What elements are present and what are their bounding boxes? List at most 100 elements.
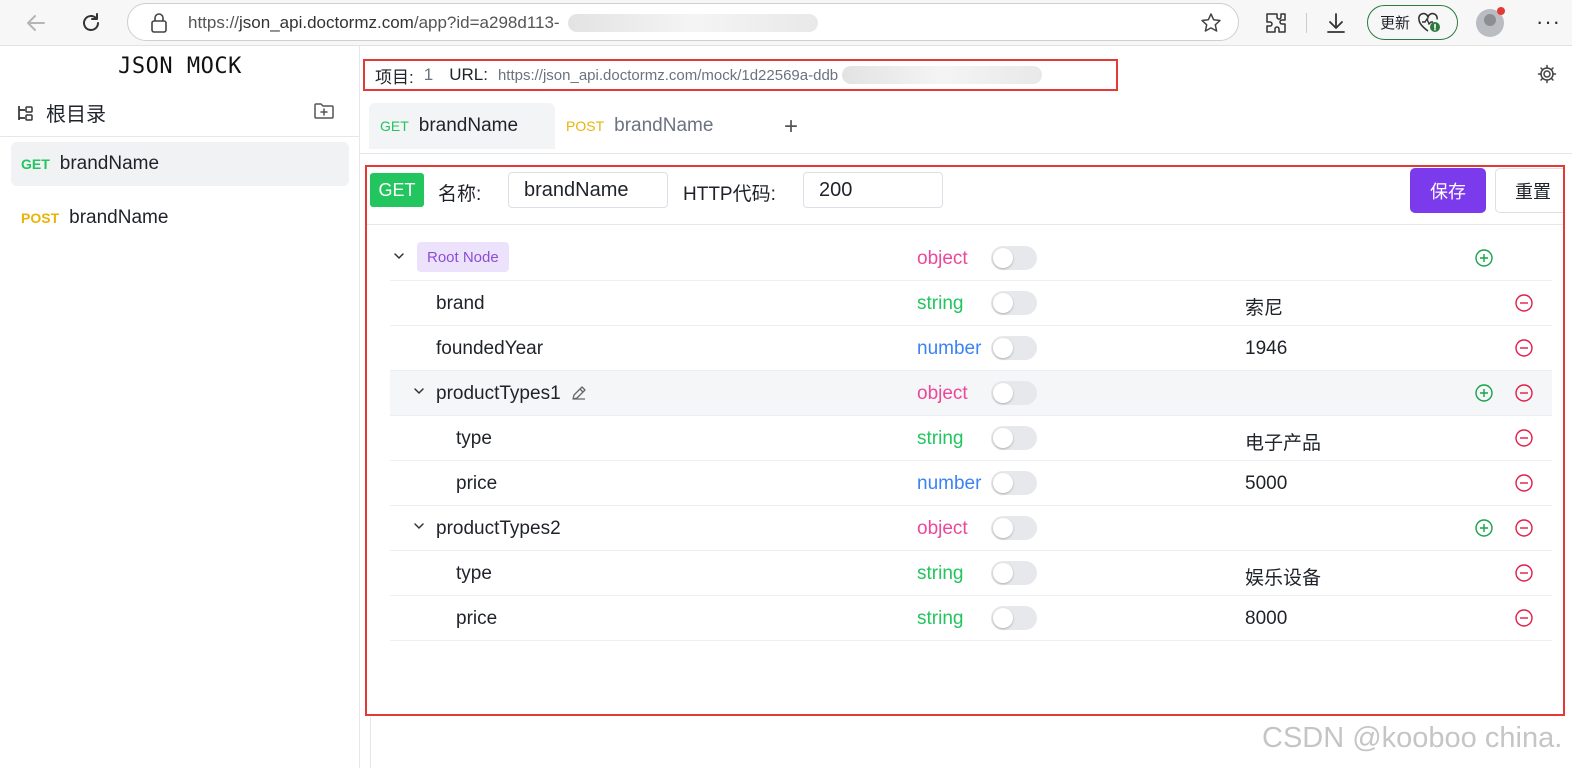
add-child-icon[interactable] xyxy=(1475,384,1493,402)
reset-button[interactable]: 重置 xyxy=(1495,168,1563,213)
tree-row: brand string 索尼 xyxy=(390,281,1552,326)
tree-row: foundedYear number 1946 xyxy=(390,326,1552,371)
value-label[interactable]: 娱乐设备 xyxy=(1245,563,1321,590)
project-value: 1 xyxy=(423,65,434,84)
toggle-switch[interactable] xyxy=(991,516,1037,540)
add-child-icon[interactable] xyxy=(1475,249,1493,267)
value-label[interactable]: 8000 xyxy=(1245,608,1287,630)
root-node-tag: Root Node xyxy=(417,242,509,272)
toggle-switch[interactable] xyxy=(991,291,1037,315)
add-tab-button[interactable]: + xyxy=(784,113,798,141)
method-badge[interactable]: GET xyxy=(370,173,424,207)
tree-row: type string 娱乐设备 xyxy=(390,551,1552,596)
tree-row-root: Root Node object xyxy=(390,236,1552,281)
tree-row: productTypes1 object xyxy=(390,371,1552,416)
panel-border xyxy=(370,717,371,768)
more-menu-icon[interactable]: ··· xyxy=(1536,9,1561,35)
tab-post-brandname[interactable]: POST brandName xyxy=(566,103,713,149)
type-label[interactable]: string xyxy=(917,428,963,450)
update-button[interactable]: 更新 xyxy=(1367,5,1458,40)
type-label[interactable]: number xyxy=(917,473,981,495)
sidebar-divider xyxy=(0,136,360,137)
remove-icon[interactable] xyxy=(1515,384,1533,402)
value-label[interactable]: 索尼 xyxy=(1245,293,1283,320)
tab-method: GET xyxy=(380,118,409,134)
chevron-down-icon[interactable] xyxy=(392,249,406,263)
save-button[interactable]: 保存 xyxy=(1410,168,1486,213)
type-label[interactable]: string xyxy=(917,293,963,315)
toggle-switch[interactable] xyxy=(991,606,1037,630)
value-label[interactable]: 5000 xyxy=(1245,473,1287,495)
value-label[interactable]: 1946 xyxy=(1245,338,1287,360)
pencil-icon[interactable] xyxy=(570,384,588,402)
type-label[interactable]: object xyxy=(917,383,968,405)
tab-name: brandName xyxy=(418,115,519,136)
tree-structure-icon xyxy=(18,105,33,121)
app-title: JSON MOCK xyxy=(118,54,242,79)
chevron-down-icon[interactable] xyxy=(412,519,426,533)
remove-icon[interactable] xyxy=(1515,474,1533,492)
key-label[interactable]: type xyxy=(456,428,492,450)
extensions-icon[interactable] xyxy=(1264,11,1288,35)
remove-icon[interactable] xyxy=(1515,339,1533,357)
heart-pulse-icon xyxy=(1418,12,1441,32)
toggle-switch[interactable] xyxy=(991,381,1037,405)
toggle-switch[interactable] xyxy=(991,336,1037,360)
remove-icon[interactable] xyxy=(1515,429,1533,447)
toggle-switch[interactable] xyxy=(991,561,1037,585)
http-code-label: HTTP代码: xyxy=(683,184,776,205)
value-label[interactable]: 电子产品 xyxy=(1245,428,1321,455)
download-icon[interactable] xyxy=(1324,11,1348,35)
method-label: GET xyxy=(21,156,50,172)
address-text: https://json_api.doctormz.com/app?id=a29… xyxy=(188,13,560,32)
sidebar: JSON MOCK 根目录 GET brandName POST brandNa… xyxy=(0,46,360,768)
key-label[interactable]: brand xyxy=(436,293,485,315)
tab-method: POST xyxy=(566,118,605,134)
toggle-switch[interactable] xyxy=(991,426,1037,450)
star-icon[interactable] xyxy=(1200,12,1222,34)
key-label[interactable]: foundedYear xyxy=(436,338,543,360)
root-directory[interactable]: 根目录 xyxy=(16,98,106,127)
http-code-input[interactable]: 200 xyxy=(803,172,943,208)
method-label: POST xyxy=(21,210,60,226)
chevron-down-icon[interactable] xyxy=(412,384,426,398)
toggle-switch[interactable] xyxy=(991,471,1037,495)
sidebar-item-post-brandname[interactable]: POST brandName xyxy=(11,196,349,240)
address-bar[interactable]: https://json_api.doctormz.com/app?id=a29… xyxy=(127,3,1239,41)
toggle-switch[interactable] xyxy=(991,246,1037,270)
gear-icon[interactable] xyxy=(1537,64,1557,84)
root-directory-label: 根目录 xyxy=(46,104,106,126)
key-label[interactable]: type xyxy=(456,563,492,585)
remove-icon[interactable] xyxy=(1515,564,1533,582)
tree-row: type string 电子产品 xyxy=(390,416,1552,461)
notification-dot xyxy=(1497,7,1505,15)
lock-icon xyxy=(151,13,167,33)
type-label[interactable]: object xyxy=(917,248,968,270)
mock-url[interactable]: https://json_api.doctormz.com/mock/1d225… xyxy=(498,67,838,84)
browser-toolbar: https://json_api.doctormz.com/app?id=a29… xyxy=(0,0,1572,46)
back-button[interactable] xyxy=(21,8,51,38)
sidebar-item-get-brandname[interactable]: GET brandName xyxy=(11,142,349,186)
key-label[interactable]: price xyxy=(456,473,497,495)
name-input[interactable]: brandName xyxy=(508,172,668,208)
type-label[interactable]: number xyxy=(917,338,981,360)
remove-icon[interactable] xyxy=(1515,609,1533,627)
url-label: URL: xyxy=(449,65,488,84)
watermark: CSDN @kooboo china. xyxy=(1262,722,1563,754)
key-label[interactable]: price xyxy=(456,608,497,630)
remove-icon[interactable] xyxy=(1515,294,1533,312)
main-panel: 项目: 1 URL: https://json_api.doctormz.com… xyxy=(360,46,1572,768)
reload-button[interactable] xyxy=(76,8,106,38)
type-label[interactable]: string xyxy=(917,608,963,630)
key-label[interactable]: productTypes2 xyxy=(436,518,561,540)
add-child-icon[interactable] xyxy=(1475,519,1493,537)
remove-icon[interactable] xyxy=(1515,519,1533,537)
project-label: 项目: xyxy=(375,67,414,87)
tab-get-brandname[interactable]: GET brandName xyxy=(369,103,555,149)
type-label[interactable]: string xyxy=(917,563,963,585)
arrow-left-icon xyxy=(27,15,45,31)
key-label[interactable]: productTypes1 xyxy=(436,383,561,405)
type-label[interactable]: object xyxy=(917,518,968,540)
folder-add-icon[interactable] xyxy=(313,101,335,121)
endpoint-editor: GET 名称: brandName HTTP代码: 200 保存 重置 Root… xyxy=(365,165,1565,716)
